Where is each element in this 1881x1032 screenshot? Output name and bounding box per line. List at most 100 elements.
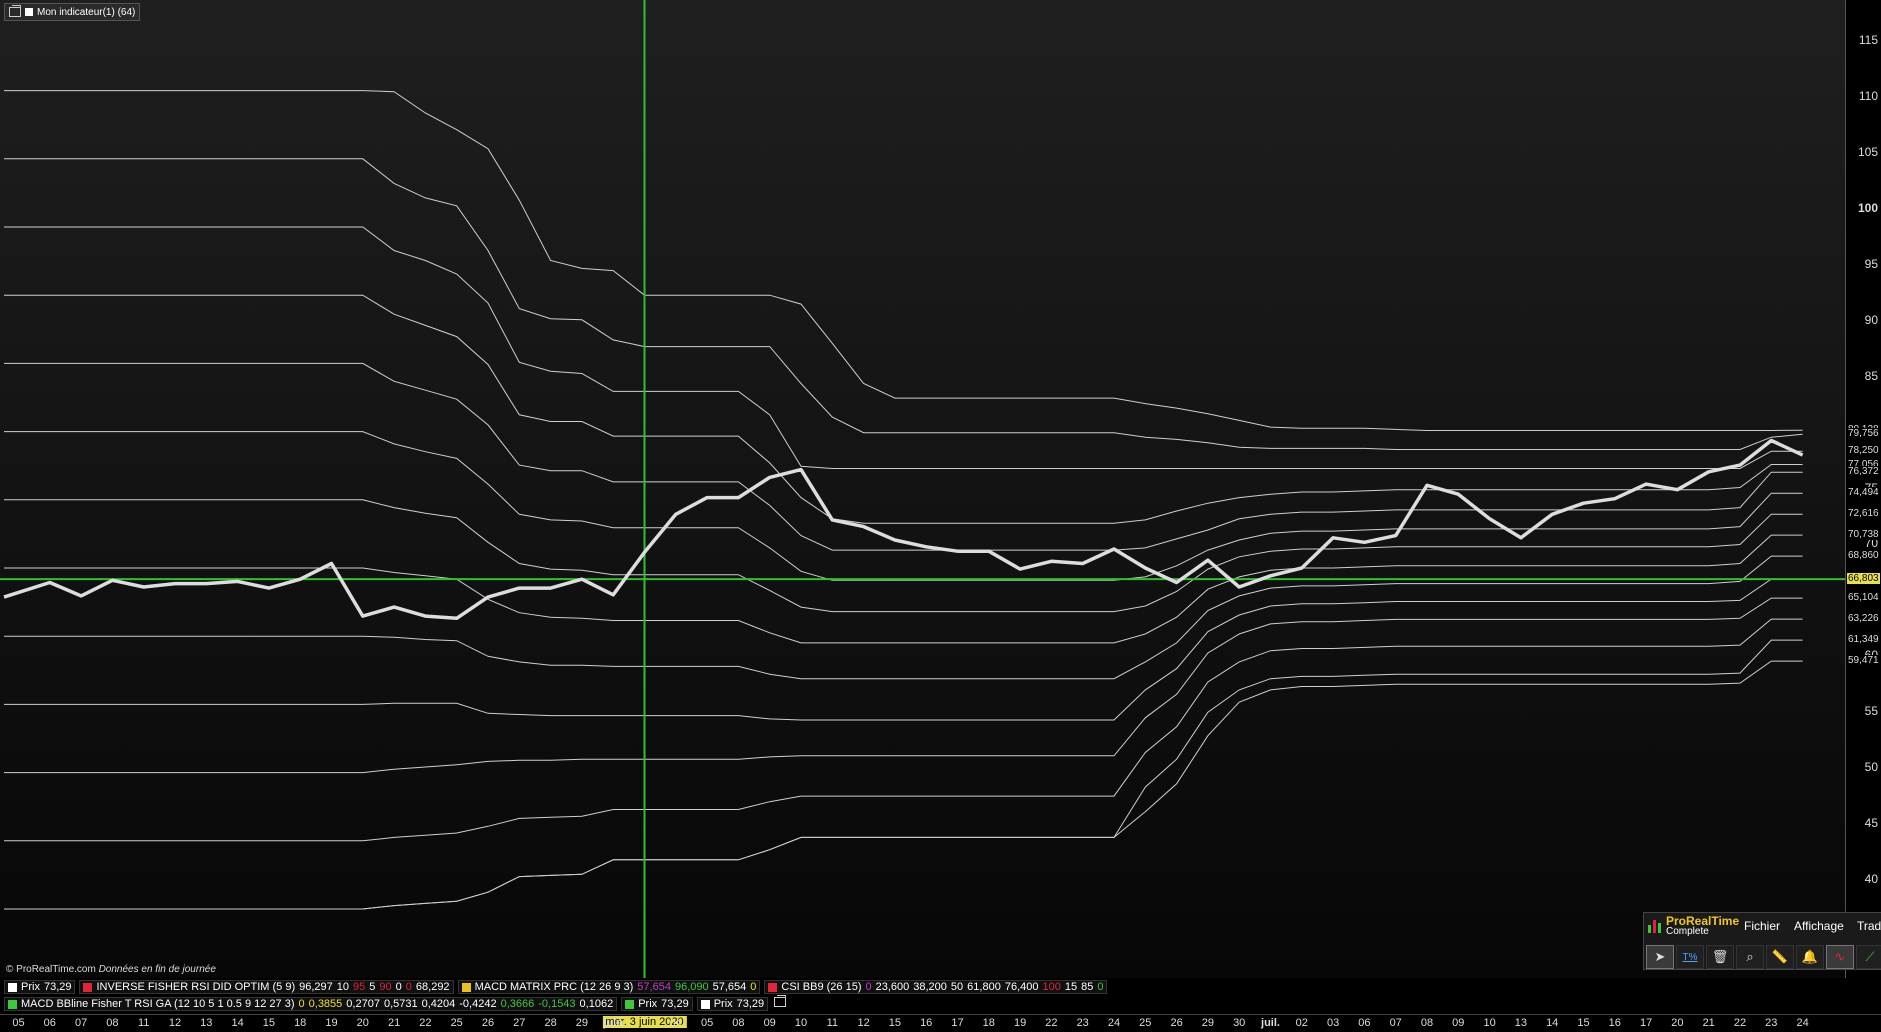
x-tick-label: 15 xyxy=(888,1017,902,1029)
menu-affichage[interactable]: Affichage xyxy=(1794,919,1844,933)
indicator-value: 0,3666 xyxy=(500,998,535,1010)
trash-icon[interactable]: 🗑 xyxy=(1706,945,1734,969)
cursor-icon[interactable]: ➤ xyxy=(1646,945,1674,969)
indicator-legend[interactable]: MACD BBline Fisher T RSI GA (12 10 5 1 0… xyxy=(4,997,618,1011)
x-tick-label: 15 xyxy=(262,1017,276,1029)
indicator-value: 85 xyxy=(1081,981,1094,993)
x-tick-label: 07 xyxy=(74,1017,88,1029)
y-tick-label: 105 xyxy=(1857,145,1878,160)
indicator-legend[interactable]: INVERSE FISHER RSI DID OPTIM (5 9) 96,297… xyxy=(79,980,454,994)
candles-logo-icon xyxy=(1648,919,1662,933)
indicator-value: 0 xyxy=(405,981,412,993)
trend-icon[interactable]: ⟋ xyxy=(1856,945,1881,969)
x-tick-label: 04 xyxy=(669,1017,682,1029)
drawing-tools: ➤ T% 🗑 ⌕ 📏 🔔 ∿ ⟋ ✎ xyxy=(1646,945,1881,969)
indicator-icon[interactable]: ∿ xyxy=(1826,945,1854,969)
indicator-legend[interactable]: Prix 73,29 xyxy=(4,980,76,994)
x-tick-label: 09 xyxy=(1452,1017,1465,1029)
x-tick-label: 03 xyxy=(1326,1017,1340,1029)
credit-source: © ProRealTime.com xyxy=(6,964,96,975)
price-chart[interactable] xyxy=(0,0,1845,978)
x-tick-label: 19 xyxy=(325,1017,338,1029)
indicator-legend[interactable]: CSI BB9 (26 15) 0 23,600 38,200 50 61,800 76,4… xyxy=(764,980,1108,994)
band-line-2 xyxy=(4,158,1803,450)
x-tick-label: 26 xyxy=(481,1017,495,1029)
x-tick-label: 20 xyxy=(1671,1017,1684,1029)
y-value-label: 61,349 xyxy=(1847,634,1880,646)
window-restore-icon[interactable] xyxy=(9,5,21,17)
y-tick-label: 90 xyxy=(1864,312,1878,327)
price-axis[interactable]: 11511010510095908580757065605550454080,1… xyxy=(1845,0,1881,978)
x-tick-label: 11 xyxy=(826,1017,839,1029)
y-value-label: 79,756 xyxy=(1847,428,1880,440)
zoom-icon[interactable]: ⌕ xyxy=(1736,945,1764,969)
percent-scale-icon[interactable]: T% xyxy=(1676,945,1704,969)
x-tick-label: 28 xyxy=(544,1017,557,1029)
x-tick-label: 13 xyxy=(200,1017,213,1029)
percent-scale-label: T% xyxy=(1682,951,1698,963)
indicator-legend-row-1: Prix 73,29 INVERSE FISHER RSI DID OPTIM (5… xyxy=(4,980,1108,994)
indicator-value: 100 xyxy=(1042,981,1061,993)
x-tick-label: 22 xyxy=(1733,1017,1747,1029)
x-tick-label: 14 xyxy=(231,1017,244,1029)
x-tick-label: 07 xyxy=(1389,1017,1402,1029)
edition-name: Complete xyxy=(1666,926,1709,937)
indicator-value: CSI BB9 (26 15) xyxy=(781,981,862,993)
y-tick-label: 40 xyxy=(1864,871,1878,886)
x-tick-label: 16 xyxy=(1608,1017,1621,1029)
window-title: Mon indicateur(1) (64) xyxy=(37,6,136,18)
indicator-value: 0 xyxy=(865,981,872,993)
indicator-value: 73,29 xyxy=(661,998,689,1010)
x-tick-label: 29 xyxy=(575,1017,589,1029)
credit-note: Données en fin de journée xyxy=(98,964,216,975)
indicator-value: 0,1062 xyxy=(579,998,614,1010)
x-tick-label: 30 xyxy=(1233,1017,1246,1029)
indicator-value: 96,297 xyxy=(299,981,333,993)
y-value-label: 65,104 xyxy=(1847,592,1880,604)
menu-fichier[interactable]: Fichier xyxy=(1744,919,1780,933)
prorealtime-toolbar: ProRealTime Complete Fichier Affichage T… xyxy=(1643,912,1881,970)
indicator-color-swatch xyxy=(8,982,17,992)
y-tick-label: 100 xyxy=(1857,201,1878,215)
x-tick-label: 17 xyxy=(1639,1017,1653,1029)
y-value-label: 70,738 xyxy=(1847,529,1880,541)
y-tick-label: 55 xyxy=(1864,704,1878,719)
x-tick-label: juil. xyxy=(1261,1017,1280,1029)
indicator-value: MACD BBline Fisher T RSI GA (12 10 5 1 0… xyxy=(21,998,295,1010)
indicator-color-swatch xyxy=(8,999,17,1009)
x-tick-label: 06 xyxy=(1358,1017,1371,1029)
menu-trading[interactable]: Tradin xyxy=(1857,919,1881,933)
y-value-label: 66,803 xyxy=(1847,573,1880,585)
x-tick-label: 23 xyxy=(1765,1017,1778,1029)
y-value-label: 72,616 xyxy=(1847,508,1880,520)
ruler-icon[interactable]: 📏 xyxy=(1766,945,1794,969)
indicator-value: 76,400 xyxy=(1004,981,1039,993)
indicator-value: INVERSE FISHER RSI DID OPTIM (5 9) xyxy=(96,981,296,993)
x-tick-label: 20 xyxy=(356,1017,369,1029)
prorealtime-logo: ProRealTime Complete xyxy=(1648,915,1739,937)
window-title-bar[interactable]: Mon indicateur(1) (64) xyxy=(4,3,141,21)
chart-area[interactable] xyxy=(0,0,1845,978)
x-tick-label: 12 xyxy=(857,1017,870,1029)
indicator-legend[interactable]: Prix 73,29 xyxy=(621,997,693,1011)
x-tick-label: 05 xyxy=(700,1017,714,1029)
indicator-value: 10 xyxy=(336,981,350,993)
y-value-label: 76,372 xyxy=(1847,466,1880,478)
x-tick-label: 10 xyxy=(1483,1017,1496,1029)
indicator-value: 50 xyxy=(950,981,964,993)
x-tick-label: 18 xyxy=(294,1017,307,1029)
x-tick-label: 02 xyxy=(1295,1017,1308,1029)
x-tick-label: 09 xyxy=(763,1017,776,1029)
indicator-value: 0 xyxy=(1097,981,1104,993)
x-tick-label: 27 xyxy=(513,1017,526,1029)
credit-line: © ProRealTime.com Données en fin de jour… xyxy=(6,964,216,975)
legend-restore-icon[interactable] xyxy=(774,995,787,1007)
indicator-value: 5 xyxy=(369,981,376,993)
indicator-legend[interactable]: MACD MATRIX PRC (12 26 9 3) 57,654 96,090 5… xyxy=(457,980,761,994)
indicator-value: 90 xyxy=(379,981,392,993)
date-axis[interactable]: mer. 3 juin 2020 05 06 07 08 11 12 13 14 15 18 19 2… xyxy=(0,1014,1881,1032)
x-tick-label: 21 xyxy=(1702,1017,1715,1029)
alert-bell-icon[interactable]: 🔔 xyxy=(1796,945,1824,969)
indicator-value: 0,3855 xyxy=(308,998,343,1010)
indicator-legend[interactable]: Prix 73,29 xyxy=(696,997,769,1011)
